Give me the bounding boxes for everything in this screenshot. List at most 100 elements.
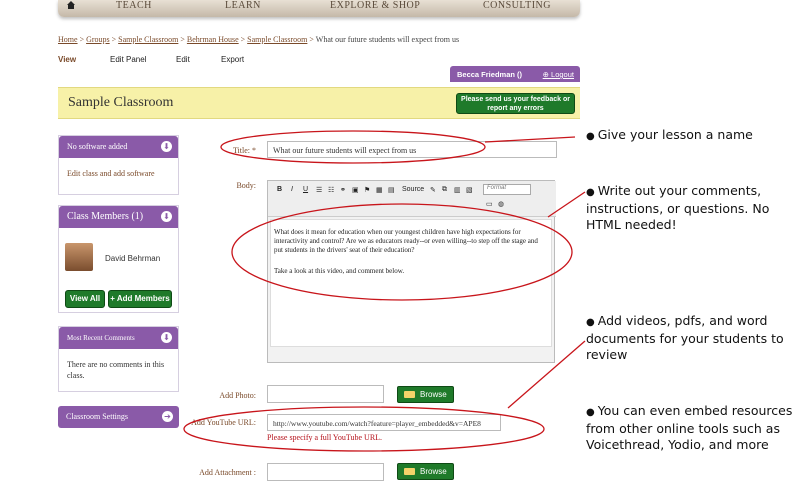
format-select[interactable]: Format xyxy=(483,184,531,195)
brush-icon[interactable]: ✎ xyxy=(430,186,436,194)
settings-header-label: Classroom Settings xyxy=(66,412,129,421)
view-all-button[interactable]: View All xyxy=(65,290,105,308)
chevron-right-icon[interactable]: ➔ xyxy=(162,411,173,422)
tab-edit-panel[interactable]: Edit Panel xyxy=(110,55,146,64)
tab-edit[interactable]: Edit xyxy=(176,55,190,64)
logout-label: Logout xyxy=(551,70,574,79)
table-icon[interactable]: ▦ xyxy=(376,186,383,194)
user-name: Becca Friedman () xyxy=(457,70,523,79)
title-label: Title: * xyxy=(232,146,256,155)
top-navigation: TEACH LEARN EXPLORE & SHOP CONSULTING xyxy=(58,0,580,17)
browse-label: Browse xyxy=(420,390,447,399)
settings-panel-header[interactable]: Classroom Settings ➔ xyxy=(58,406,179,428)
edit-software-link[interactable]: Edit class and add software xyxy=(67,169,155,178)
feedback-button[interactable]: Please send us your feedback or report a… xyxy=(456,93,575,114)
tab-view[interactable]: View xyxy=(58,55,76,64)
annotation-attachments: ● Add videos, pdfs, and word documents fo… xyxy=(586,313,796,363)
software-header-label: No software added xyxy=(67,142,128,151)
breadcrumb-sample-classroom-2[interactable]: Sample Classroom xyxy=(247,35,307,44)
photo-file-input[interactable] xyxy=(267,385,384,403)
photo-label: Add Photo: xyxy=(219,391,256,400)
attachment-browse-button[interactable]: Browse xyxy=(397,463,454,480)
bullet-list-icon[interactable]: ☷ xyxy=(328,186,334,194)
members-panel-header[interactable]: Class Members (1) ⬇ xyxy=(59,206,178,228)
source-button[interactable]: Source xyxy=(402,186,424,193)
bullet-icon: ● xyxy=(586,187,595,198)
editor-toolbar: B I U ☰ ☷ ⚭ ▣ ⚑ ▦ ▤ Source ✎ ⧉ ▥ ▧ Forma… xyxy=(268,181,556,217)
comments-header-label: Most Recent Comments xyxy=(67,334,135,342)
annotation-text: You can even embed resources from other … xyxy=(586,403,793,452)
nav-consulting[interactable]: CONSULTING xyxy=(483,0,551,11)
image-icon[interactable]: ▣ xyxy=(352,186,359,194)
bullet-icon: ● xyxy=(586,317,595,328)
editor-content[interactable]: What does it mean for education when our… xyxy=(270,219,552,347)
comments-panel-header[interactable]: Most Recent Comments ⬇ xyxy=(59,327,178,349)
breadcrumb-sep: > xyxy=(79,35,85,44)
logout-icon: ⊕ xyxy=(542,70,552,79)
home-icon[interactable] xyxy=(66,0,76,10)
annotation-text: Give your lesson a name xyxy=(597,127,753,142)
breadcrumb-sep: > xyxy=(111,35,117,44)
breadcrumb-home[interactable]: Home xyxy=(58,35,78,44)
page-title: Sample Classroom xyxy=(68,95,174,110)
no-comments-text: There are no comments in this class. xyxy=(67,360,165,380)
body-paragraph-2: Take a look at this video, and comment b… xyxy=(274,267,405,275)
body-label: Body: xyxy=(236,181,256,190)
browse-label: Browse xyxy=(420,467,447,476)
attachment-label: Add Attachment : xyxy=(199,468,256,477)
members-header-label: Class Members (1) xyxy=(67,211,144,222)
nav-teach[interactable]: TEACH xyxy=(116,0,152,11)
avatar[interactable] xyxy=(65,243,93,271)
chevron-down-icon[interactable]: ⬇ xyxy=(161,332,172,343)
folder-icon xyxy=(404,391,415,398)
chevron-down-icon[interactable]: ⬇ xyxy=(161,211,172,222)
about-icon[interactable]: ◍ xyxy=(498,200,504,208)
software-panel: No software added ⬇ Edit class and add so… xyxy=(58,135,179,195)
annotation-body: ● Write out your comments, instructions, … xyxy=(586,183,796,233)
tab-export[interactable]: Export xyxy=(221,55,244,64)
flag-icon[interactable]: ⚑ xyxy=(364,186,370,194)
settings-panel: Classroom Settings ➔ xyxy=(58,406,179,430)
bold-icon[interactable]: B xyxy=(277,186,282,193)
underline-icon[interactable]: U xyxy=(303,186,308,193)
annotation-text: Write out your comments, instructions, o… xyxy=(586,183,770,232)
paste-icon[interactable]: ▥ xyxy=(454,186,461,194)
chevron-down-icon[interactable]: ⬇ xyxy=(161,141,172,152)
breadcrumb-sep: > xyxy=(309,35,314,44)
youtube-url-input[interactable]: http://www.youtube.com/watch?feature=pla… xyxy=(267,414,501,431)
nav-explore-shop[interactable]: EXPLORE & SHOP xyxy=(330,0,420,11)
bullet-icon: ● xyxy=(586,131,595,142)
logout-link[interactable]: ⊕ Logout xyxy=(543,70,574,79)
add-members-button[interactable]: + Add Members xyxy=(108,290,172,308)
bullet-icon: ● xyxy=(586,407,595,418)
italic-icon[interactable]: I xyxy=(291,186,293,193)
link-icon[interactable]: ⚭ xyxy=(340,186,346,194)
breadcrumb-sep: > xyxy=(240,35,246,44)
software-panel-header[interactable]: No software added ⬇ xyxy=(59,136,178,158)
attachment-file-input[interactable] xyxy=(267,463,384,481)
breadcrumb-sample-classroom[interactable]: Sample Classroom xyxy=(118,35,178,44)
breadcrumb-current: What our future students will expect fro… xyxy=(315,35,460,44)
annotation-title: ● Give your lesson a name xyxy=(586,127,753,145)
annotation-text: Add videos, pdfs, and word documents for… xyxy=(586,313,784,362)
breadcrumb-behrman-house[interactable]: Behrman House xyxy=(187,35,239,44)
breadcrumb-sep: > xyxy=(180,35,185,44)
member-name[interactable]: David Behrman xyxy=(105,254,160,263)
user-bar: Becca Friedman () ⊕ Logout xyxy=(450,66,580,82)
paste-word-icon[interactable]: ▧ xyxy=(466,186,473,194)
nav-learn[interactable]: LEARN xyxy=(225,0,261,11)
body-paragraph-1: What does it mean for education when our… xyxy=(274,228,538,254)
breadcrumb-groups[interactable]: Groups xyxy=(86,35,110,44)
source-icon[interactable]: ▤ xyxy=(388,186,395,194)
rich-text-editor: B I U ☰ ☷ ⚭ ▣ ⚑ ▦ ▤ Source ✎ ⧉ ▥ ▧ Forma… xyxy=(267,180,556,363)
numbered-list-icon[interactable]: ☰ xyxy=(316,186,322,194)
members-panel: Class Members (1) ⬇ David Behrman View Al… xyxy=(58,205,179,313)
breadcrumb: Home > Groups > Sample Classroom > Behrm… xyxy=(58,35,459,44)
maximize-icon[interactable]: ▭ xyxy=(486,200,493,208)
comments-panel: Most Recent Comments ⬇ There are no comme… xyxy=(58,326,179,392)
photo-browse-button[interactable]: Browse xyxy=(397,386,454,403)
copy-icon[interactable]: ⧉ xyxy=(442,186,447,194)
annotation-embed: ● You can even embed resources from other… xyxy=(586,403,796,453)
title-input[interactable]: What our future students will expect fro… xyxy=(267,141,557,158)
folder-icon xyxy=(404,468,415,475)
